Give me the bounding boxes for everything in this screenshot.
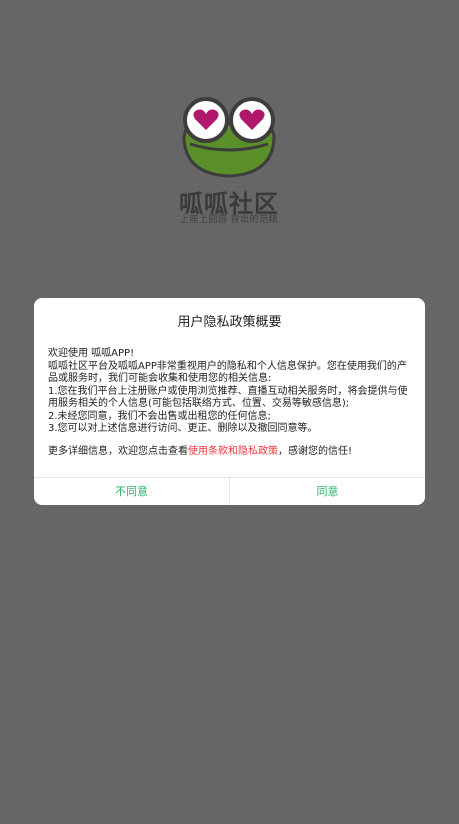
intro-text: 呱呱社区平台及呱呱APP非常重视用户的隐私和个人信息保护。您在使用我们的产品或服… [48,360,407,385]
privacy-policy-dialog: 用户隐私政策概要 欢迎使用 呱呱APP! 呱呱社区平台及呱呱APP非常重视用户的… [34,298,425,505]
more-info-text: 更多详细信息，欢迎您点击查看使用条款和隐私政策，感谢您的信任! [48,446,414,459]
app-logo: 呱呱社区 上座上圆圆 曾出的范精 [176,96,282,232]
policy-item-3: 3.您可以对上述信息进行访问、更正、删除以及撤回同意等。 [48,423,318,434]
policy-link[interactable]: 使用条款和隐私政策 [188,446,278,457]
dialog-body: 欢迎使用 呱呱APP! 呱呱社区平台及呱呱APP非常重视用户的隐私和个人信息保护… [48,348,414,458]
policy-item-2: 2.未经您同意，我们不会出售或出租您的任何信息; [48,410,271,422]
app-slogan: 上座上圆圆 曾出的范精 [179,215,279,225]
greeting-text: 欢迎使用 呱呱APP! [48,348,135,359]
disagree-button[interactable]: 不同意 [34,478,229,505]
policy-item-1: 1.您在我们平台上注册账户或使用浏览推荐、直播互动相关服务时，将会提供与使用服务… [48,385,408,410]
more-info-suffix: ，感谢您的信任! [278,445,353,457]
more-info-prefix: 更多详细信息，欢迎您点击查看 [48,445,188,457]
dialog-title: 用户隐私政策概要 [177,315,282,330]
agree-button[interactable]: 同意 [230,478,425,505]
frog-heart-eyes-icon [182,97,276,178]
